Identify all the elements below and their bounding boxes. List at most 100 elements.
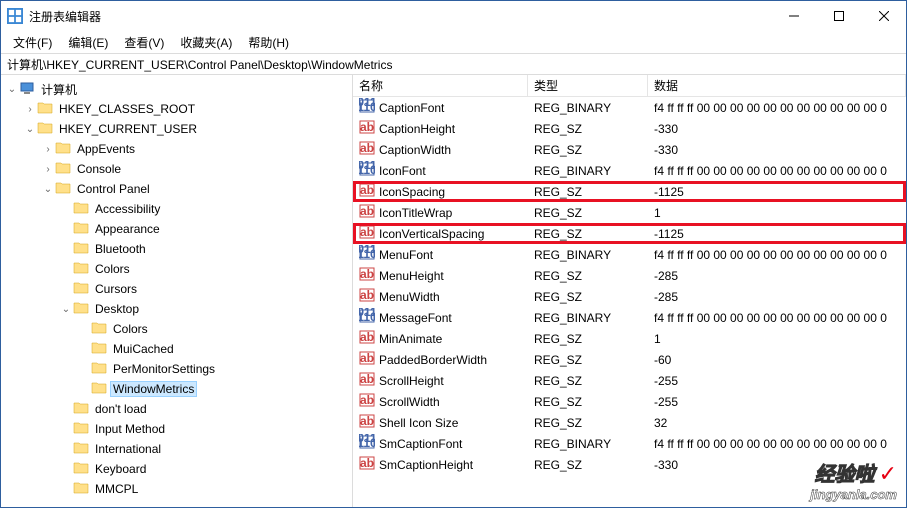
column-name[interactable]: 名称 bbox=[353, 75, 528, 96]
value-row[interactable]: abIconVerticalSpacingREG_SZ-1125 bbox=[353, 223, 906, 244]
string-icon: ab bbox=[359, 182, 379, 201]
value-type: REG_SZ bbox=[528, 290, 648, 304]
column-data[interactable]: 数据 bbox=[648, 75, 906, 96]
tree-node-label: PerMonitorSettings bbox=[111, 362, 217, 376]
caret-right-icon[interactable]: › bbox=[41, 144, 55, 155]
svg-text:ab: ab bbox=[360, 225, 374, 239]
tree-node[interactable]: ›AppEvents bbox=[1, 139, 352, 159]
value-row[interactable]: 011110CaptionFontREG_BINARYf4 ff ff ff 0… bbox=[353, 97, 906, 118]
tree-node-label: Console bbox=[75, 162, 123, 176]
value-row[interactable]: abIconTitleWrapREG_SZ1 bbox=[353, 202, 906, 223]
menu-item[interactable]: 编辑(E) bbox=[62, 32, 114, 53]
caret-right-icon[interactable]: › bbox=[23, 104, 37, 115]
tree-node[interactable]: ▸don't load bbox=[1, 399, 352, 419]
value-row[interactable]: 011110MenuFontREG_BINARYf4 ff ff ff 00 0… bbox=[353, 244, 906, 265]
tree-node[interactable]: › Console bbox=[1, 159, 352, 179]
string-icon: ab bbox=[359, 119, 379, 138]
tree-pane[interactable]: ⌄计算机›HKEY_CLASSES_ROOT⌄HKEY_CURRENT_USER… bbox=[1, 75, 353, 507]
value-name: IconVerticalSpacing bbox=[379, 227, 484, 241]
value-row[interactable]: 011110SmCaptionFontREG_BINARYf4 ff ff ff… bbox=[353, 433, 906, 454]
svg-text:ab: ab bbox=[360, 204, 374, 218]
folder-icon bbox=[73, 280, 93, 299]
tree-node[interactable]: ▸International bbox=[1, 439, 352, 459]
svg-text:ab: ab bbox=[360, 456, 374, 470]
address-bar[interactable]: 计算机\HKEY_CURRENT_USER\Control Panel\Desk… bbox=[1, 53, 906, 75]
tree-node[interactable]: ▸Input Method bbox=[1, 419, 352, 439]
value-row[interactable]: abShell Icon SizeREG_SZ32 bbox=[353, 412, 906, 433]
tree-node[interactable]: ▸WindowMetrics bbox=[1, 379, 352, 399]
tree-node-label: Colors bbox=[111, 322, 150, 336]
tree-node[interactable]: ▸Colors bbox=[1, 259, 352, 279]
tree-node-label: Appearance bbox=[93, 222, 162, 236]
value-name: CaptionWidth bbox=[379, 143, 451, 157]
menu-item[interactable]: 收藏夹(A) bbox=[174, 32, 238, 53]
folder-icon bbox=[37, 120, 57, 139]
caret-down-icon[interactable]: ⌄ bbox=[41, 184, 55, 195]
tree-node[interactable]: ⌄计算机 bbox=[1, 79, 352, 99]
value-row[interactable]: abPaddedBorderWidthREG_SZ-60 bbox=[353, 349, 906, 370]
tree-node-label: MMCPL bbox=[93, 482, 140, 496]
value-row[interactable]: abMenuWidthREG_SZ-285 bbox=[353, 286, 906, 307]
svg-text:ab: ab bbox=[360, 120, 374, 134]
value-row[interactable]: abScrollHeightREG_SZ-255 bbox=[353, 370, 906, 391]
tree-node[interactable]: ▸Appearance bbox=[1, 219, 352, 239]
menu-item[interactable]: 查看(V) bbox=[118, 32, 170, 53]
tree-node[interactable]: ▸MMCPL bbox=[1, 479, 352, 499]
tree-node[interactable]: ▸Keyboard bbox=[1, 459, 352, 479]
binary-icon: 011110 bbox=[359, 98, 379, 117]
value-row[interactable]: abMinAnimateREG_SZ1 bbox=[353, 328, 906, 349]
value-row[interactable]: abSmCaptionHeightREG_SZ-330 bbox=[353, 454, 906, 475]
value-row[interactable]: abScrollWidthREG_SZ-255 bbox=[353, 391, 906, 412]
list-body[interactable]: 011110CaptionFontREG_BINARYf4 ff ff ff 0… bbox=[353, 97, 906, 507]
value-type: REG_SZ bbox=[528, 227, 648, 241]
value-name: MenuWidth bbox=[379, 290, 440, 304]
value-name: ScrollWidth bbox=[379, 395, 440, 409]
string-icon: ab bbox=[359, 413, 379, 432]
value-type: REG_SZ bbox=[528, 416, 648, 430]
folder-icon bbox=[73, 460, 93, 479]
svg-text:ab: ab bbox=[360, 267, 374, 281]
tree-node[interactable]: ⌄Control Panel bbox=[1, 179, 352, 199]
value-row[interactable]: abCaptionHeightREG_SZ-330 bbox=[353, 118, 906, 139]
value-type: REG_SZ bbox=[528, 374, 648, 388]
tree-node-label: Accessibility bbox=[93, 202, 162, 216]
tree-node[interactable]: ▸MuiCached bbox=[1, 339, 352, 359]
caret-down-icon[interactable]: ⌄ bbox=[23, 124, 37, 135]
value-name: Shell Icon Size bbox=[379, 416, 458, 430]
close-button[interactable] bbox=[861, 1, 906, 31]
menu-item[interactable]: 帮助(H) bbox=[242, 32, 295, 53]
value-row[interactable]: 011110MessageFontREG_BINARYf4 ff ff ff 0… bbox=[353, 307, 906, 328]
value-data: -330 bbox=[648, 458, 906, 472]
maximize-button[interactable] bbox=[816, 1, 861, 31]
value-row[interactable]: abMenuHeightREG_SZ-285 bbox=[353, 265, 906, 286]
string-icon: ab bbox=[359, 287, 379, 306]
svg-text:110: 110 bbox=[359, 247, 375, 261]
minimize-button[interactable] bbox=[771, 1, 816, 31]
tree-node-label: Keyboard bbox=[93, 462, 148, 476]
svg-text:ab: ab bbox=[360, 330, 374, 344]
column-type[interactable]: 类型 bbox=[528, 75, 648, 96]
tree-node[interactable]: ›HKEY_CLASSES_ROOT bbox=[1, 99, 352, 119]
tree-node[interactable]: ▸Accessibility bbox=[1, 199, 352, 219]
tree-node[interactable]: ▸Colors bbox=[1, 319, 352, 339]
caret-down-icon[interactable]: ⌄ bbox=[5, 84, 19, 95]
caret-down-icon[interactable]: ⌄ bbox=[59, 304, 73, 315]
tree-node[interactable]: ⌄Desktop bbox=[1, 299, 352, 319]
value-row[interactable]: abCaptionWidthREG_SZ-330 bbox=[353, 139, 906, 160]
string-icon: ab bbox=[359, 371, 379, 390]
caret-right-icon[interactable]: › bbox=[41, 164, 55, 175]
value-type: REG_SZ bbox=[528, 353, 648, 367]
value-row[interactable]: abIconSpacingREG_SZ-1125 bbox=[353, 181, 906, 202]
string-icon: ab bbox=[359, 224, 379, 243]
tree-node[interactable]: ▸Bluetooth bbox=[1, 239, 352, 259]
tree-node[interactable]: ▸Cursors bbox=[1, 279, 352, 299]
tree-node[interactable]: ⌄HKEY_CURRENT_USER bbox=[1, 119, 352, 139]
string-icon: ab bbox=[359, 329, 379, 348]
value-row[interactable]: 011110IconFontREG_BINARYf4 ff ff ff 00 0… bbox=[353, 160, 906, 181]
value-type: REG_SZ bbox=[528, 269, 648, 283]
value-type: REG_SZ bbox=[528, 122, 648, 136]
string-icon: ab bbox=[359, 140, 379, 159]
tree-node[interactable]: ▸PerMonitorSettings bbox=[1, 359, 352, 379]
svg-text:ab: ab bbox=[360, 372, 374, 386]
menu-item[interactable]: 文件(F) bbox=[7, 32, 58, 53]
